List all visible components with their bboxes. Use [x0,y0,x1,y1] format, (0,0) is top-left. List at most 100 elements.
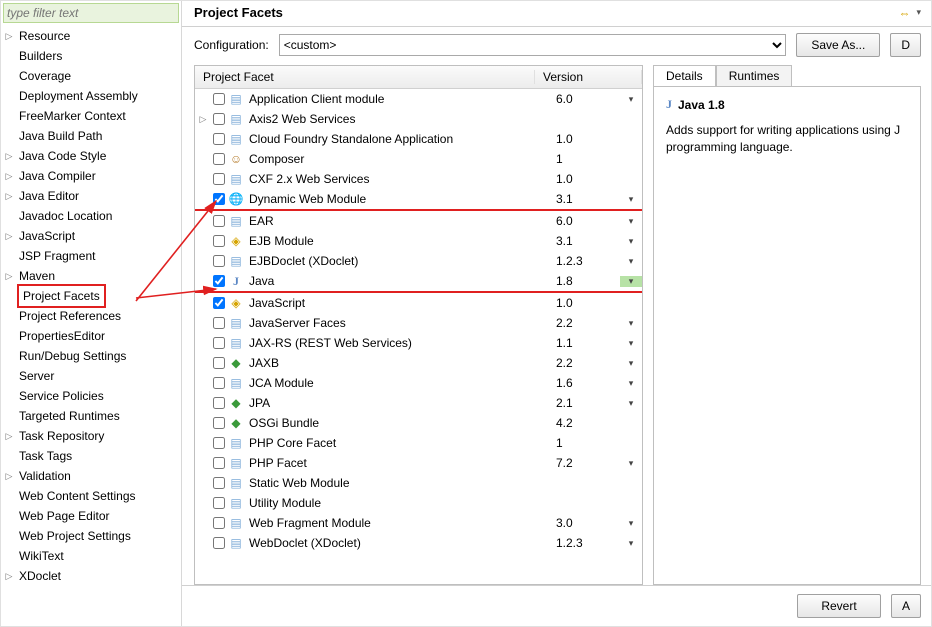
facet-row[interactable]: ▤JavaServer Faces2.2▾ [195,313,642,333]
facet-row[interactable]: ▤Cloud Foundry Standalone Application1.0 [195,129,642,149]
facet-checkbox[interactable] [211,477,227,489]
version-dropdown-icon[interactable]: ▾ [620,94,642,105]
facet-checkbox[interactable] [211,377,227,389]
facet-checkbox[interactable] [211,93,227,105]
preferences-tree[interactable]: ▷ResourceBuildersCoverageDeployment Asse… [1,25,181,626]
sidebar-item[interactable]: ▷Resource [1,26,181,46]
sidebar-item[interactable]: Java Build Path [1,126,181,146]
sidebar-item[interactable]: FreeMarker Context [1,106,181,126]
sidebar-item[interactable]: ▷Java Compiler [1,166,181,186]
version-dropdown-icon[interactable]: ▾ [620,276,642,287]
facet-row[interactable]: ◆JAXB2.2▾ [195,353,642,373]
facet-row[interactable]: ▤PHP Facet7.2▾ [195,453,642,473]
facet-row[interactable]: ▤EAR6.0▾ [195,211,642,231]
sidebar-item[interactable]: Project References [1,306,181,326]
sidebar-item[interactable]: Run/Debug Settings [1,346,181,366]
facet-row[interactable]: ◆OSGi Bundle4.2 [195,413,642,433]
expand-icon[interactable]: ▷ [1,266,17,286]
facet-checkbox[interactable] [211,397,227,409]
facet-checkbox[interactable] [211,337,227,349]
sidebar-item[interactable]: Task Tags [1,446,181,466]
sidebar-item[interactable]: Web Content Settings [1,486,181,506]
facet-checkbox[interactable] [211,133,227,145]
back-forward-icon[interactable]: ⇔ [898,6,910,20]
facet-checkbox[interactable] [211,537,227,549]
version-dropdown-icon[interactable]: ▾ [620,358,642,369]
sidebar-item[interactable]: Server [1,366,181,386]
sidebar-item[interactable]: Targeted Runtimes [1,406,181,426]
col-version[interactable]: Version [535,70,642,84]
version-dropdown-icon[interactable]: ▾ [620,256,642,267]
facet-row[interactable]: ▤Application Client module6.0▾ [195,89,642,109]
facet-row[interactable]: ▤CXF 2.x Web Services1.0 [195,169,642,189]
version-dropdown-icon[interactable]: ▾ [620,378,642,389]
facet-checkbox[interactable] [211,457,227,469]
version-dropdown-icon[interactable]: ▾ [620,318,642,329]
sidebar-item[interactable]: Web Page Editor [1,506,181,526]
config-select[interactable]: <custom> [279,34,787,56]
sidebar-item[interactable]: Javadoc Location [1,206,181,226]
delete-button[interactable]: D [890,33,921,57]
expand-icon[interactable]: ▷ [1,466,17,486]
sidebar-item[interactable]: Web Project Settings [1,526,181,546]
sidebar-item[interactable]: ▷Java Code Style [1,146,181,166]
tab-runtimes[interactable]: Runtimes [716,65,793,87]
version-dropdown-icon[interactable]: ▾ [620,458,642,469]
filter-box[interactable] [3,3,179,23]
version-dropdown-icon[interactable]: ▾ [620,538,642,549]
facet-checkbox[interactable] [211,497,227,509]
apply-button[interactable]: A [891,594,921,618]
filter-input[interactable] [4,6,178,20]
version-dropdown-icon[interactable]: ▾ [620,398,642,409]
sidebar-item[interactable]: WikiText [1,546,181,566]
facet-row[interactable]: 🌐Dynamic Web Module3.1▾ [195,189,642,211]
facet-row[interactable]: JJava1.8▾ [195,271,642,293]
facet-row[interactable]: ▤JCA Module1.6▾ [195,373,642,393]
expand-icon[interactable]: ▷ [1,226,17,246]
sidebar-item[interactable]: Coverage [1,66,181,86]
facet-checkbox[interactable] [211,113,227,125]
expand-icon[interactable]: ▷ [1,146,17,166]
tab-details[interactable]: Details [653,65,716,87]
expand-icon[interactable]: ▷ [1,26,17,46]
facet-checkbox[interactable] [211,275,227,287]
version-dropdown-icon[interactable]: ▾ [620,518,642,529]
sidebar-item[interactable]: Service Policies [1,386,181,406]
facet-row[interactable]: ▤PHP Core Facet1 [195,433,642,453]
sidebar-item[interactable]: ▷Java Editor [1,186,181,206]
expand-icon[interactable]: ▷ [1,566,17,586]
expand-icon[interactable]: ▷ [1,426,17,446]
facet-row[interactable]: ▤Utility Module [195,493,642,513]
save-as-button[interactable]: Save As... [796,33,880,57]
facet-row[interactable]: ▤WebDoclet (XDoclet)1.2.3▾ [195,533,642,553]
sidebar-item[interactable]: Project Facets [1,286,181,306]
facet-row[interactable]: ☺Composer1 [195,149,642,169]
facet-checkbox[interactable] [211,417,227,429]
sidebar-item[interactable]: JSP Fragment [1,246,181,266]
sidebar-item[interactable]: PropertiesEditor [1,326,181,346]
facet-checkbox[interactable] [211,297,227,309]
facet-checkbox[interactable] [211,437,227,449]
version-dropdown-icon[interactable]: ▾ [620,338,642,349]
facet-checkbox[interactable] [211,235,227,247]
facet-row[interactable]: ◈EJB Module3.1▾ [195,231,642,251]
expand-icon[interactable]: ▷ [1,186,17,206]
expand-icon[interactable]: ▷ [1,166,17,186]
col-facet[interactable]: Project Facet [195,70,535,84]
sidebar-item[interactable]: ▷XDoclet [1,566,181,586]
facet-row[interactable]: ▷▤Axis2 Web Services [195,109,642,129]
facet-checkbox[interactable] [211,173,227,185]
version-dropdown-icon[interactable]: ▾ [620,236,642,247]
facet-checkbox[interactable] [211,193,227,205]
facet-row[interactable]: ▤Static Web Module [195,473,642,493]
version-dropdown-icon[interactable]: ▾ [620,216,642,227]
facet-row[interactable]: ▤EJBDoclet (XDoclet)1.2.3▾ [195,251,642,271]
sidebar-item[interactable]: ▷Validation [1,466,181,486]
facet-checkbox[interactable] [211,357,227,369]
facet-checkbox[interactable] [211,153,227,165]
facet-checkbox[interactable] [211,215,227,227]
sidebar-item[interactable]: ▷Maven [1,266,181,286]
facet-checkbox[interactable] [211,317,227,329]
sidebar-item[interactable]: Deployment Assembly [1,86,181,106]
facet-row[interactable]: ◆JPA2.1▾ [195,393,642,413]
